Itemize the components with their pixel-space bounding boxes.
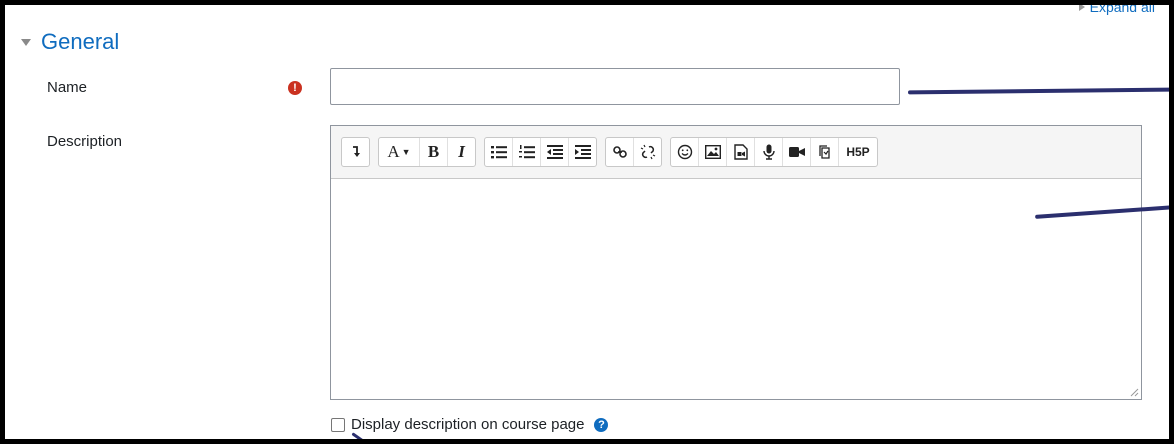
outdent-icon	[546, 145, 563, 159]
link-button[interactable]	[606, 138, 634, 166]
microphone-icon	[762, 144, 775, 160]
indent-icon	[574, 145, 591, 159]
outdent-button[interactable]	[541, 138, 569, 166]
image-button[interactable]	[699, 138, 727, 166]
section-title: General	[41, 29, 120, 54]
font-style-icon: A	[387, 142, 400, 161]
required-icon: !	[288, 81, 302, 95]
record-audio-button[interactable]	[755, 138, 783, 166]
bold-icon: B	[427, 142, 440, 161]
ordered-list-button[interactable]	[513, 138, 541, 166]
toolbar-group-collapse	[341, 137, 370, 167]
h5p-icon: H5P	[846, 145, 870, 159]
indent-button[interactable]	[569, 138, 596, 166]
toolbar-group-media: H5P	[670, 137, 878, 167]
manage-files-button[interactable]	[811, 138, 839, 166]
expand-all-label: Expand all	[1089, 5, 1155, 15]
section-header-general[interactable]: General	[21, 29, 119, 55]
resize-handle-icon[interactable]	[1129, 387, 1139, 397]
name-label: Name	[47, 79, 88, 96]
chevron-down-icon: ▼	[401, 147, 411, 157]
record-video-button[interactable]	[783, 138, 811, 166]
video-camera-icon	[788, 147, 805, 157]
ordered-list-icon	[518, 144, 535, 158]
image-icon	[704, 145, 721, 159]
manage-files-icon	[818, 145, 830, 159]
form-frame: Expand all General Name ! Description A	[5, 5, 1169, 439]
emoji-button[interactable]	[671, 138, 699, 166]
unlink-icon	[640, 144, 655, 160]
unordered-list-icon	[490, 146, 507, 159]
toolbar-group-links	[605, 137, 662, 167]
display-description-checkbox[interactable]	[331, 417, 345, 432]
italic-icon: I	[458, 142, 465, 161]
collapse-icon	[352, 146, 360, 157]
unlink-button[interactable]	[634, 138, 661, 166]
help-icon[interactable]: ?	[594, 417, 609, 432]
smiley-icon	[677, 144, 692, 160]
description-label: Description	[47, 133, 123, 150]
font-style-button[interactable]: A ▼	[379, 138, 420, 166]
media-button[interactable]	[727, 138, 755, 166]
expand-all-link[interactable]: Expand all	[1078, 5, 1155, 15]
h5p-button[interactable]: H5P	[839, 138, 877, 166]
collapse-toolbar-button[interactable]	[342, 138, 369, 166]
display-description-label[interactable]: Display description on course page	[351, 416, 584, 433]
toolbar-group-style: A ▼ B I	[378, 137, 476, 167]
name-input[interactable]	[330, 68, 900, 105]
display-description-row: Display description on course page ?	[331, 416, 609, 433]
description-editor[interactable]: A ▼ B I H5P	[330, 125, 1142, 400]
link-icon	[612, 146, 627, 158]
editor-toolbar: A ▼ B I H5P	[331, 126, 1141, 179]
annotation-line-name	[907, 87, 1169, 95]
toolbar-group-lists	[484, 137, 597, 167]
unordered-list-button[interactable]	[485, 138, 513, 166]
collapse-caret-icon[interactable]	[21, 38, 31, 46]
expand-triangle-icon	[1078, 5, 1085, 11]
italic-button[interactable]: I	[448, 138, 475, 166]
bold-button[interactable]: B	[420, 138, 448, 166]
media-file-icon	[733, 144, 748, 160]
annotation-line-checkbox	[351, 432, 365, 439]
